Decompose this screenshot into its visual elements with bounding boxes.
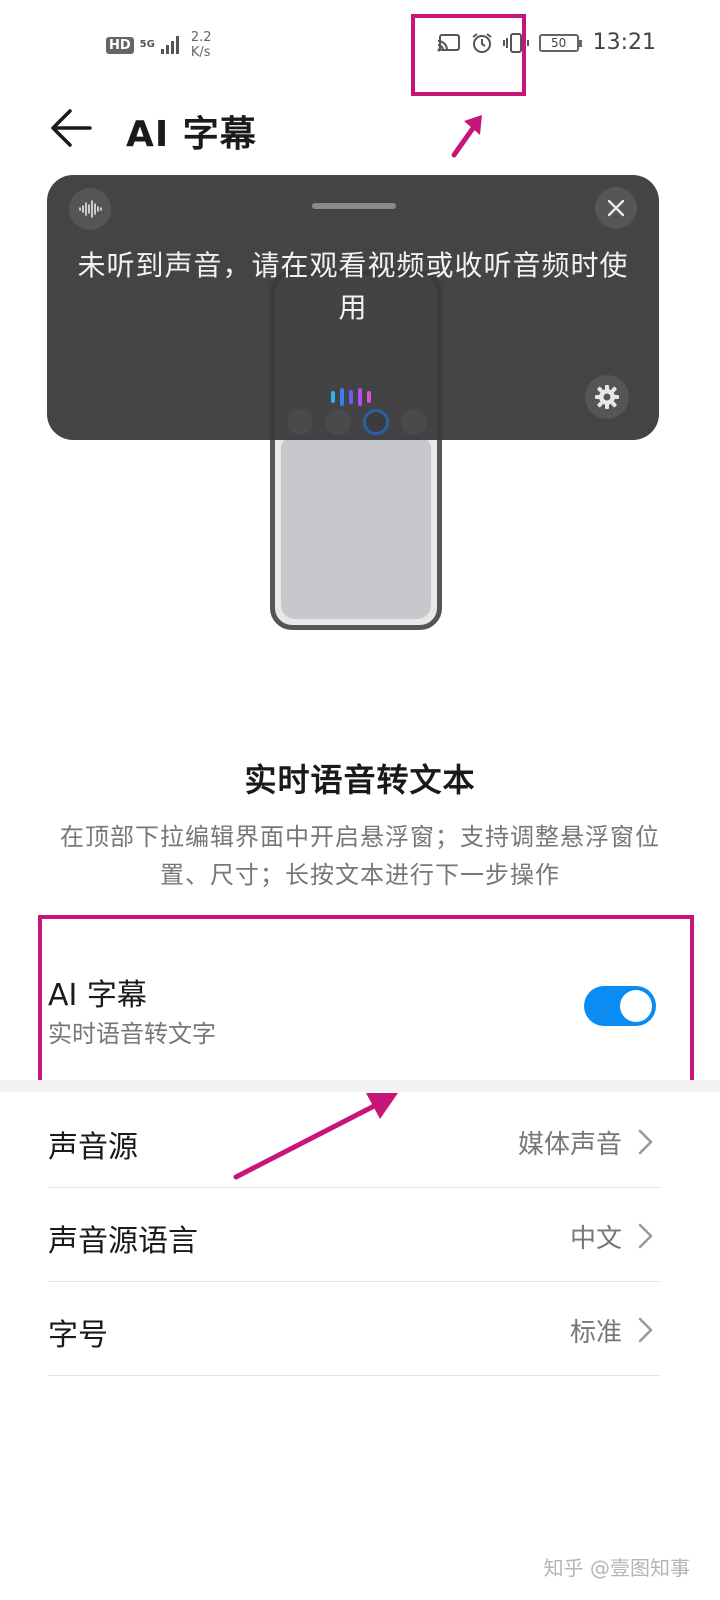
- app-header: AI 字幕: [0, 95, 720, 165]
- feature-illustration: 未听到声音，请在观看视频或收听音频时使用: [0, 170, 720, 640]
- status-left: HD 5G 2.2 K/s: [106, 30, 212, 60]
- status-bar: HD 5G 2.2 K/s 50 13:21: [0, 0, 720, 90]
- setting-font-size[interactable]: 字号 标准: [48, 1282, 660, 1376]
- hd-badge: HD: [106, 36, 134, 54]
- setting-label: 字号: [48, 1318, 108, 1353]
- watermark: 知乎 @壹图知事: [543, 1556, 690, 1580]
- status-icons-highlight: [411, 14, 526, 96]
- setting-value: 标准: [569, 1318, 622, 1348]
- gear-icon: [585, 375, 629, 419]
- audio-bar: [340, 388, 344, 406]
- audio-bar: [358, 388, 362, 406]
- clock: 13:21: [592, 30, 656, 55]
- chevron-right-icon: [638, 1317, 653, 1343]
- waveform-icon: [69, 188, 111, 230]
- back-button[interactable]: [46, 103, 96, 153]
- audio-bar: [349, 390, 353, 404]
- audio-bar: [367, 391, 371, 403]
- toggle-highlight: [38, 915, 694, 1085]
- setting-value: 媒体声音: [517, 1130, 622, 1160]
- section-title: 实时语音转文本: [244, 761, 476, 799]
- chevron-right-icon: [638, 1223, 653, 1249]
- page-title: AI 字幕: [126, 114, 257, 155]
- caption-preview-card: 未听到声音，请在观看视频或收听音频时使用: [47, 175, 659, 440]
- caption-text: 未听到声音，请在观看视频或收听音频时使用: [77, 249, 629, 324]
- speed-value: 2.2: [190, 30, 212, 45]
- chevron-right-icon: [638, 1129, 653, 1155]
- audio-bars-icon: [331, 387, 371, 407]
- annotation-arrow-up: [451, 115, 482, 158]
- nav-dot: [401, 409, 427, 435]
- phone-nav-dots: [287, 409, 427, 435]
- back-arrow-icon: [51, 109, 92, 147]
- audio-bar: [331, 391, 335, 403]
- setting-label: 声音源语言: [48, 1224, 198, 1259]
- setting-label: 声音源: [48, 1130, 138, 1165]
- network-type: 5G: [139, 39, 155, 50]
- nav-dot: [287, 409, 313, 435]
- setting-sound-source[interactable]: 声音源 媒体声音: [48, 1094, 660, 1188]
- battery-icon: 50: [538, 33, 582, 52]
- nav-dot: [325, 409, 351, 435]
- setting-sound-language[interactable]: 声音源语言 中文: [48, 1188, 660, 1282]
- drag-handle: [312, 203, 396, 209]
- network-speed: 2.2 K/s: [191, 30, 212, 60]
- nav-dot-active: [363, 409, 389, 435]
- signal-icon: [160, 36, 179, 54]
- close-icon: [595, 187, 637, 229]
- section-description: 在顶部下拉编辑界面中开启悬浮窗；支持调整悬浮窗位置、尺寸；长按文本进行下一步操作: [60, 823, 660, 889]
- speed-unit: K/s: [190, 45, 211, 60]
- setting-value: 中文: [569, 1224, 622, 1254]
- phone-screen: [281, 435, 431, 619]
